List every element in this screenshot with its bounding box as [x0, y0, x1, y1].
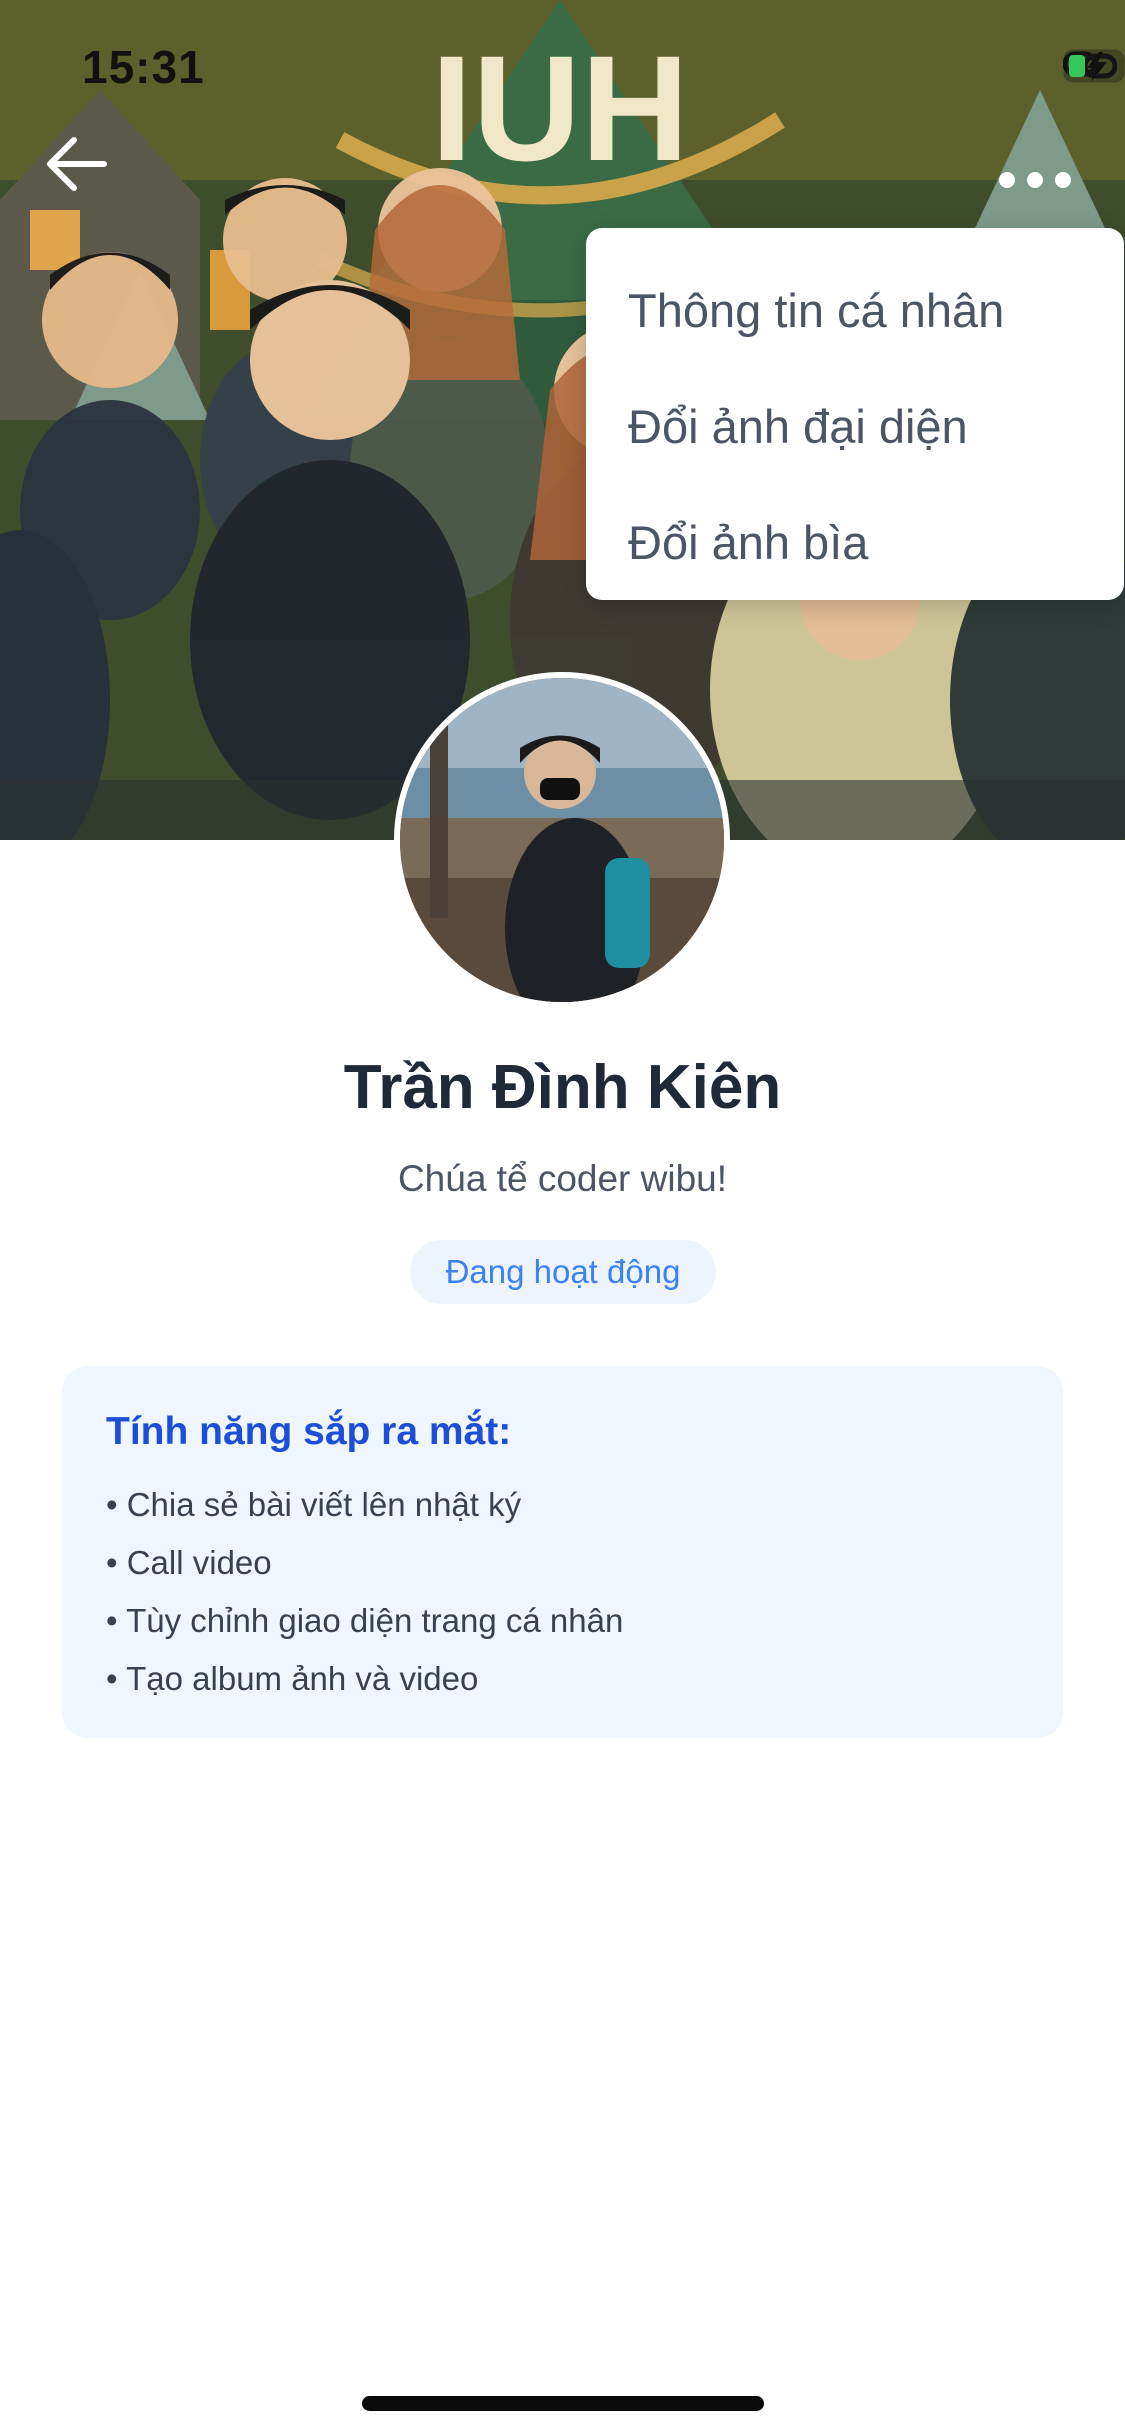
menu-item-change-avatar[interactable]: Đổi ảnh đại diện	[586, 368, 1124, 484]
back-button[interactable]	[44, 136, 134, 216]
feature-item: • Tùy chỉnh giao diện trang cá nhân	[106, 1602, 624, 1639]
upcoming-features-card: Tính năng sắp ra mắt: • Chia sẻ bài viết…	[62, 1366, 1063, 1738]
card-title: Tính năng sắp ra mắt:	[106, 1410, 512, 1453]
feature-item: • Chia sẻ bài viết lên nhật ký	[106, 1486, 522, 1523]
avatar[interactable]	[394, 672, 730, 1008]
home-indicator[interactable]	[362, 2396, 764, 2411]
options-menu: Thông tin cá nhân Đổi ảnh đại diện Đổi ả…	[586, 228, 1124, 600]
feature-item: • Call video	[106, 1544, 272, 1581]
more-options-button[interactable]	[985, 150, 1085, 210]
profile-bio: Chúa tể coder wibu!	[397, 1158, 728, 1199]
cover-sign-text: IUH	[431, 24, 689, 192]
menu-item-change-cover[interactable]: Đổi ảnh bìa	[586, 484, 1124, 600]
profile-name: Trần Đình Kiên	[343, 1053, 782, 1122]
more-horizontal-icon	[999, 172, 1015, 188]
status-badge: Đang hoạt động	[410, 1240, 716, 1304]
menu-item-personal-info[interactable]: Thông tin cá nhân	[586, 252, 1124, 368]
more-dot	[1027, 172, 1043, 188]
arrow-left-icon	[47, 137, 107, 191]
feature-item: • Tạo album ảnh và video	[106, 1660, 479, 1697]
status-time: 15:31	[82, 41, 205, 93]
more-dot	[1055, 172, 1071, 188]
avatar-photo	[400, 678, 724, 1002]
